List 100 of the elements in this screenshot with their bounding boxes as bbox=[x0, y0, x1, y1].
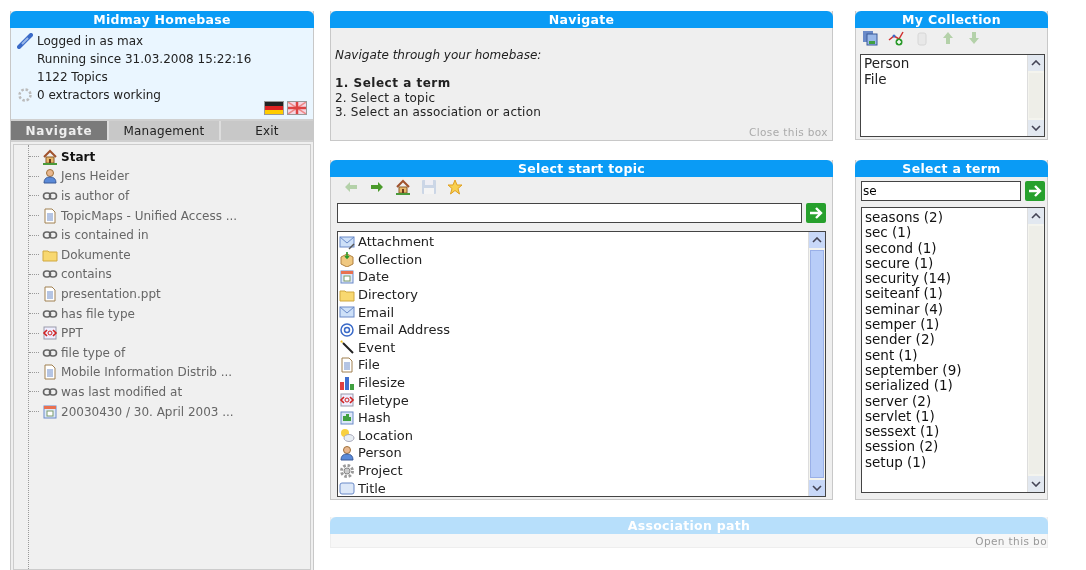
panel-title: My Collection bbox=[902, 12, 1001, 27]
term-item[interactable]: semper (1) bbox=[862, 317, 1027, 333]
term-item[interactable]: seiteanf (1) bbox=[862, 286, 1027, 302]
down-arrow-icon bbox=[966, 30, 982, 46]
tree-item[interactable]: Jens Heider bbox=[61, 169, 130, 184]
wand-icon bbox=[339, 339, 355, 356]
tree-item[interactable]: PPT bbox=[61, 326, 83, 341]
term-item[interactable]: serialized (1) bbox=[862, 378, 1027, 394]
envelope-clip-icon bbox=[339, 233, 355, 250]
bar-chart-icon bbox=[339, 374, 355, 391]
tree-item[interactable]: 20030430 / 30. April 2003 ... bbox=[61, 404, 234, 419]
topic-item[interactable]: Directory bbox=[358, 287, 418, 303]
chevron-up-icon[interactable] bbox=[1031, 213, 1041, 219]
term-item[interactable]: security (14) bbox=[862, 271, 1027, 287]
topic-item[interactable]: Date bbox=[358, 269, 390, 285]
copy-button[interactable] bbox=[860, 28, 880, 48]
scrollbar[interactable] bbox=[1027, 208, 1044, 492]
term-item[interactable]: sessext (1) bbox=[862, 424, 1027, 440]
tree-item[interactable]: is author of bbox=[61, 189, 130, 203]
envelope-icon bbox=[339, 304, 355, 321]
status-text: Logged in as max bbox=[37, 33, 144, 48]
tree-item[interactable]: presentation.ppt bbox=[61, 286, 161, 301]
chevron-down-icon[interactable] bbox=[812, 485, 822, 491]
tree-item[interactable]: has file type bbox=[61, 306, 135, 321]
german-flag-icon[interactable] bbox=[264, 101, 284, 115]
home-icon bbox=[42, 148, 58, 165]
search-field[interactable] bbox=[337, 203, 802, 223]
topic-item[interactable]: Email Address bbox=[358, 322, 450, 338]
panel-title: Select start topic bbox=[518, 161, 645, 176]
panel-title: Select a term bbox=[902, 161, 1001, 176]
scrollbar[interactable] bbox=[808, 232, 825, 496]
term-item[interactable]: sender (2) bbox=[862, 332, 1027, 348]
tree-item[interactable]: was last modified at bbox=[61, 384, 183, 399]
topic-item[interactable]: Filesize bbox=[358, 375, 405, 391]
term-item[interactable]: second (1) bbox=[862, 240, 1027, 256]
term-item[interactable]: server (2) bbox=[862, 393, 1027, 409]
home-button[interactable] bbox=[393, 177, 413, 197]
term-item[interactable]: secure (1) bbox=[862, 255, 1027, 272]
tree-item[interactable]: Dokumente bbox=[61, 247, 131, 262]
saved-item[interactable]: File bbox=[861, 71, 1027, 87]
topic-item[interactable]: Title bbox=[358, 480, 386, 496]
tree-item[interactable]: TopicMaps - Unified Access ... bbox=[61, 208, 238, 223]
topic-item[interactable]: Attachment bbox=[358, 234, 435, 250]
panel-title: Midmay Homebase bbox=[93, 12, 231, 27]
chevron-up-icon[interactable] bbox=[812, 237, 822, 243]
go-button[interactable] bbox=[1025, 181, 1045, 201]
step-text: 1. Select a term bbox=[335, 76, 452, 91]
term-item[interactable]: session (2) bbox=[862, 439, 1027, 455]
intro-text: Navigate through your homebase: bbox=[335, 48, 543, 62]
person-icon bbox=[42, 168, 58, 185]
step-text: 2. Select a topic bbox=[335, 90, 437, 105]
topic-item[interactable]: Email bbox=[358, 304, 395, 320]
topic-item[interactable]: File bbox=[358, 357, 380, 373]
star-icon bbox=[447, 179, 463, 195]
person-icon bbox=[339, 444, 355, 461]
term-field[interactable]: se bbox=[861, 181, 1021, 201]
sun-cloud-icon bbox=[339, 427, 355, 444]
topic-item[interactable]: Hash bbox=[358, 410, 391, 426]
calendar-icon bbox=[42, 403, 58, 420]
star-button[interactable] bbox=[445, 177, 465, 197]
panel-title: Association path bbox=[627, 518, 751, 533]
status-text: 0 extractors working bbox=[37, 87, 161, 102]
home-icon bbox=[395, 179, 411, 195]
tree-item[interactable]: is contained in bbox=[61, 228, 149, 243]
term-item[interactable]: sec (1) bbox=[862, 225, 1027, 241]
term-item[interactable]: setup (1) bbox=[862, 454, 1027, 471]
tree-item[interactable]: contains bbox=[61, 267, 112, 282]
term-item[interactable]: september (9) bbox=[862, 362, 1027, 379]
window-icon bbox=[339, 480, 355, 496]
topic-item[interactable]: Project bbox=[358, 463, 403, 478]
graph-add-icon bbox=[888, 30, 904, 46]
term-item[interactable]: seminar (4) bbox=[862, 301, 1027, 318]
chevron-up-icon[interactable] bbox=[1031, 60, 1041, 66]
document-icon bbox=[42, 364, 58, 381]
term-item[interactable]: servlet (1) bbox=[862, 408, 1027, 425]
panel-title: Navigate bbox=[548, 12, 615, 27]
up-arrow-icon bbox=[940, 30, 956, 46]
tab[interactable]: Navigate bbox=[11, 121, 109, 140]
right-arrow-icon bbox=[369, 179, 385, 195]
topic-item[interactable]: Collection bbox=[358, 251, 423, 267]
saved-item[interactable]: Person bbox=[861, 56, 1027, 72]
chevron-down-icon[interactable] bbox=[1031, 481, 1041, 487]
document-icon bbox=[42, 207, 58, 224]
term-item[interactable]: seasons (2) bbox=[862, 210, 1027, 226]
topic-item[interactable]: Filetype bbox=[358, 392, 409, 408]
gear-icon bbox=[339, 462, 355, 479]
term-item[interactable]: sent (1) bbox=[862, 347, 1027, 363]
tree-item[interactable]: Mobile Information Distrib ... bbox=[61, 365, 233, 380]
copy-icon bbox=[862, 30, 878, 46]
chevron-down-icon[interactable] bbox=[1031, 125, 1041, 131]
box-icon bbox=[339, 251, 355, 268]
tree-item[interactable]: Start bbox=[61, 149, 96, 164]
topic-item[interactable]: Event bbox=[358, 339, 396, 355]
status-text: Running since 31.03.2008 15:22:16 bbox=[37, 51, 252, 66]
document-icon bbox=[42, 285, 58, 302]
scrollbar[interactable] bbox=[1027, 55, 1044, 136]
topic-item[interactable]: Person bbox=[358, 445, 402, 461]
go-button[interactable] bbox=[806, 203, 826, 223]
topic-item[interactable]: Location bbox=[358, 427, 413, 443]
tree-item[interactable]: file type of bbox=[61, 345, 126, 360]
